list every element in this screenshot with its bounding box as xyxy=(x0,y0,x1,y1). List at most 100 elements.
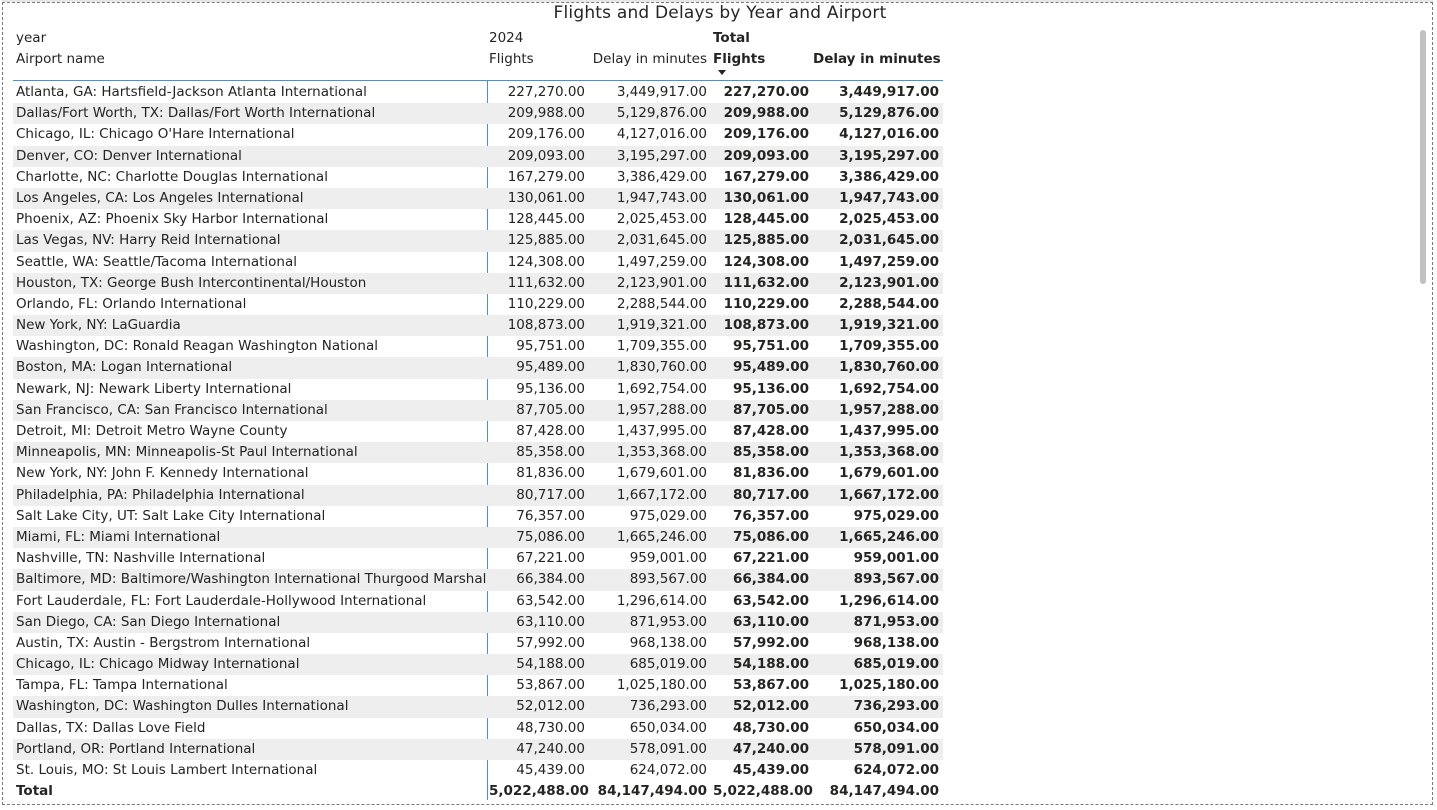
table-row[interactable]: Baltimore, MD: Baltimore/Washington Inte… xyxy=(13,569,943,591)
row-total-flights: 227,270.00 xyxy=(723,84,809,100)
vertical-scrollbar-thumb[interactable] xyxy=(1420,30,1426,284)
row-total-flights: 48,730.00 xyxy=(732,719,809,736)
table-row[interactable]: Tampa, FL: Tampa International 53,867.00 1… xyxy=(13,675,943,696)
row-flights-2024: 128,445.00 xyxy=(507,211,585,228)
row-total-flights: 85,358.00 xyxy=(732,444,809,461)
table-row[interactable]: Salt Lake City, UT: Salt Lake City Inter… xyxy=(13,506,943,527)
table-row[interactable]: Washington, DC: Washington Dulles Intern… xyxy=(13,696,943,718)
row-flights-2024: 63,542.00 xyxy=(516,592,585,609)
row-total-flights: 66,384.00 xyxy=(732,571,809,588)
total-delay-2024: 84,147,494.00 xyxy=(597,783,707,799)
row-total-flights: 63,110.00 xyxy=(732,613,809,630)
table-row[interactable]: New York, NY: LaGuardia 108,873.00 1,919,3… xyxy=(13,315,943,337)
row-total-flights: 87,705.00 xyxy=(732,401,809,418)
row-airport-name: Austin, TX: Austin - Bergstrom Internati… xyxy=(16,634,311,651)
grand-total-flights: 5,022,488.00 xyxy=(713,783,813,799)
total-row: Total 5,022,488.00 84,147,494.00 5,022,4… xyxy=(13,781,943,801)
sort-descending-icon[interactable] xyxy=(718,70,726,75)
table-row[interactable]: Portland, OR: Portland International 47,2… xyxy=(13,738,943,760)
row-total-delay: 1,353,368.00 xyxy=(839,444,939,461)
row-header-airport-name[interactable]: Airport name xyxy=(16,51,486,67)
column-header-row-year: year 2024 Total xyxy=(13,30,943,51)
row-header-year[interactable]: year xyxy=(16,30,486,46)
row-total-flights: 95,751.00 xyxy=(732,338,809,355)
row-delay-2024: 1,957,288.00 xyxy=(616,401,707,418)
row-total-delay: 3,195,297.00 xyxy=(839,147,939,164)
row-flights-2024: 111,632.00 xyxy=(507,274,585,291)
table-row[interactable]: Chicago, IL: Chicago O'Hare Internationa… xyxy=(13,124,943,145)
table-row[interactable]: Phoenix, AZ: Phoenix Sky Harbor Internat… xyxy=(13,209,943,230)
row-airport-name: Denver, CO: Denver International xyxy=(16,147,242,164)
row-flights-2024: 110,229.00 xyxy=(507,295,585,312)
table-row[interactable]: Orlando, FL: Orlando International 110,22… xyxy=(13,294,943,315)
row-total-flights: 63,542.00 xyxy=(732,592,809,609)
table-row[interactable]: Las Vegas, NV: Harry Reid International 1… xyxy=(13,230,943,252)
row-airport-name: Dallas/Fort Worth, TX: Dallas/Fort Worth… xyxy=(16,105,376,122)
table-row[interactable]: Nashville, TN: Nashville International 67… xyxy=(13,548,943,569)
column-header-flights-2024[interactable]: Flights xyxy=(489,51,585,67)
column-header-delay-2024[interactable]: Delay in minutes xyxy=(589,51,707,67)
table-row[interactable]: Atlanta, GA: Hartsfield-Jackson Atlanta … xyxy=(13,82,943,103)
column-header-total-flights[interactable]: Flights xyxy=(713,51,809,67)
table-row[interactable]: Chicago, IL: Chicago Midway Internationa… xyxy=(13,654,943,676)
table-row[interactable]: Minneapolis, MN: Minneapolis-St Paul Int… xyxy=(13,442,943,464)
row-delay-2024: 1,692,754.00 xyxy=(616,380,707,397)
row-total-flights: 209,988.00 xyxy=(723,105,809,122)
row-total-flights: 209,176.00 xyxy=(723,126,809,143)
row-total-delay: 685,019.00 xyxy=(853,656,939,673)
table-row[interactable]: Dallas/Fort Worth, TX: Dallas/Fort Worth… xyxy=(13,103,943,125)
table-row[interactable]: San Francisco, CA: San Francisco Interna… xyxy=(13,399,943,421)
table-row[interactable]: Detroit, MI: Detroit Metro Wayne County 8… xyxy=(13,421,943,442)
table-row[interactable]: Austin, TX: Austin - Bergstrom Internati… xyxy=(13,633,943,654)
table-row[interactable]: Denver, CO: Denver International 209,093.… xyxy=(13,145,943,167)
column-header-total[interactable]: Total xyxy=(713,30,809,46)
table-row[interactable]: New York, NY: John F. Kennedy Internatio… xyxy=(13,463,943,484)
row-flights-2024: 53,867.00 xyxy=(516,677,585,694)
table-row[interactable]: Boston, MA: Logan International 95,489.00… xyxy=(13,357,943,379)
row-flights-2024: 95,751.00 xyxy=(516,338,585,355)
row-total-flights: 209,093.00 xyxy=(723,147,809,164)
row-total-delay: 1,497,259.00 xyxy=(839,253,939,270)
row-airport-name: Las Vegas, NV: Harry Reid International xyxy=(16,232,281,249)
row-delay-2024: 968,138.00 xyxy=(629,634,707,651)
row-flights-2024: 209,988.00 xyxy=(507,105,585,122)
row-flights-2024: 227,270.00 xyxy=(507,84,585,100)
row-flights-2024: 95,136.00 xyxy=(516,380,585,397)
total-flights-2024: 5,022,488.00 xyxy=(489,783,589,799)
row-total-delay: 1,919,321.00 xyxy=(839,317,939,334)
row-total-delay: 1,709,355.00 xyxy=(839,338,939,355)
row-airport-name: Washington, DC: Washington Dulles Intern… xyxy=(16,698,349,715)
row-airport-name: Nashville, TN: Nashville International xyxy=(16,550,266,567)
row-total-flights: 81,836.00 xyxy=(732,465,809,482)
row-total-flights: 108,873.00 xyxy=(723,317,809,334)
row-airport-name: Philadelphia, PA: Philadelphia Internati… xyxy=(16,486,305,503)
table-row[interactable]: Philadelphia, PA: Philadelphia Internati… xyxy=(13,484,943,506)
row-total-delay: 578,091.00 xyxy=(853,740,939,757)
table-row[interactable]: San Diego, CA: San Diego International 63… xyxy=(13,611,943,633)
row-total-flights: 130,061.00 xyxy=(723,189,809,206)
table-row[interactable]: Fort Lauderdale, FL: Fort Lauderdale-Hol… xyxy=(13,591,943,612)
table-row[interactable]: Seattle, WA: Seattle/Tacoma Internationa… xyxy=(13,252,943,273)
row-total-delay: 2,288,544.00 xyxy=(839,295,939,312)
row-delay-2024: 1,947,743.00 xyxy=(616,189,707,206)
row-flights-2024: 125,885.00 xyxy=(507,232,585,249)
table-row[interactable]: Dallas, TX: Dallas Love Field 48,730.00 65… xyxy=(13,718,943,739)
row-flights-2024: 81,836.00 xyxy=(516,465,585,482)
row-total-flights: 52,012.00 xyxy=(732,698,809,715)
table-row[interactable]: St. Louis, MO: St Louis Lambert Internat… xyxy=(13,760,943,781)
column-header-2024[interactable]: 2024 xyxy=(489,30,585,46)
table-row[interactable]: Washington, DC: Ronald Reagan Washington… xyxy=(13,336,943,357)
column-header-total-delay[interactable]: Delay in minutes xyxy=(813,51,941,67)
table-row[interactable]: Los Angeles, CA: Los Angeles Internation… xyxy=(13,187,943,210)
table-row[interactable]: Charlotte, NC: Charlotte Douglas Interna… xyxy=(13,167,943,188)
row-airport-name: Boston, MA: Logan International xyxy=(16,359,233,376)
table-row[interactable]: Houston, TX: George Bush Intercontinenta… xyxy=(13,272,943,294)
row-total-flights: 125,885.00 xyxy=(723,232,809,249)
row-flights-2024: 167,279.00 xyxy=(507,168,585,185)
row-total-delay: 624,072.00 xyxy=(853,762,939,778)
table-row[interactable]: Miami, FL: Miami International 75,086.00 1… xyxy=(13,526,943,549)
row-flights-2024: 85,358.00 xyxy=(516,444,585,461)
row-airport-name: Miami, FL: Miami International xyxy=(16,528,221,545)
row-total-delay: 893,567.00 xyxy=(853,571,939,588)
table-row[interactable]: Newark, NJ: Newark Liberty International… xyxy=(13,379,943,400)
